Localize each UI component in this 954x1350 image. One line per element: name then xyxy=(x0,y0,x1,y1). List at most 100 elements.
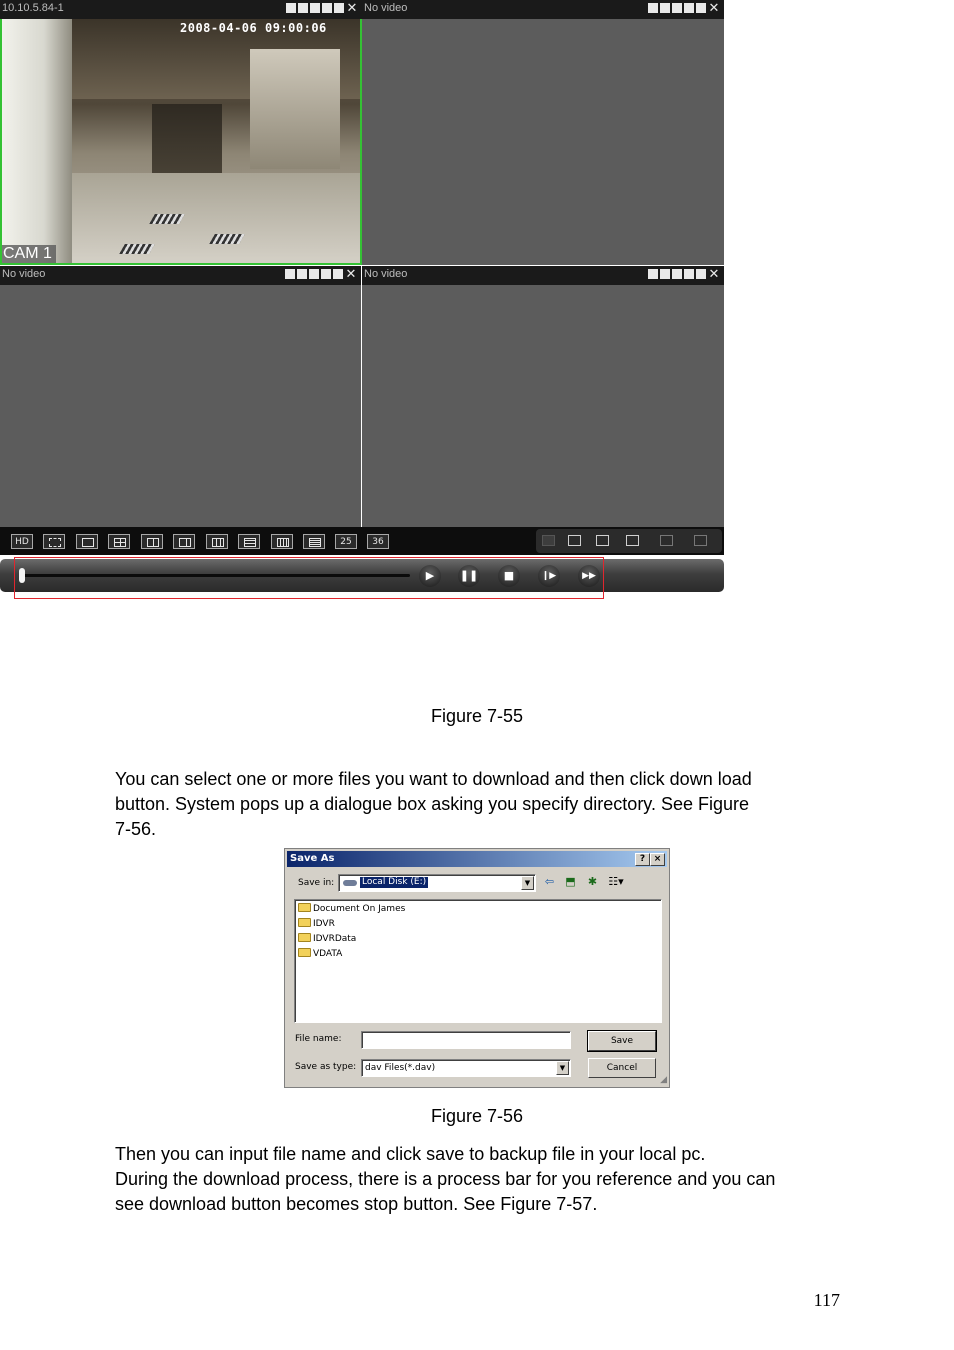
talk-icon[interactable] xyxy=(310,3,320,13)
split-36-button[interactable]: 36 xyxy=(367,534,389,549)
pane-label: 10.10.5.84-1 xyxy=(2,2,64,14)
list-item[interactable]: IDVRData xyxy=(298,932,356,946)
talk-icon[interactable] xyxy=(309,269,319,279)
split-9-button[interactable] xyxy=(206,534,228,549)
close-icon[interactable]: ✕ xyxy=(345,267,357,280)
paragraph-line: see download button becomes stop button.… xyxy=(115,1194,598,1214)
record-toggle-icon[interactable] xyxy=(542,535,555,546)
back-icon[interactable]: ⇦ xyxy=(543,876,556,888)
audio-icon[interactable] xyxy=(334,3,344,13)
dialog-title: Save As xyxy=(290,853,335,864)
talk-icon[interactable] xyxy=(672,3,682,13)
close-button[interactable]: × xyxy=(650,853,665,866)
view-menu-icon[interactable]: ☷▾ xyxy=(607,876,625,888)
split-4-button[interactable] xyxy=(108,534,130,549)
folder-icon xyxy=(298,933,311,942)
paragraph-line: 7-56. xyxy=(115,819,157,839)
layout-single-icon[interactable] xyxy=(568,535,581,546)
pane-title-bar: No video ✕ xyxy=(0,266,361,285)
snapshot-icon[interactable] xyxy=(297,269,307,279)
split-8-button[interactable] xyxy=(173,534,195,549)
help-button[interactable]: ? xyxy=(635,853,650,866)
capture-icon[interactable] xyxy=(321,269,331,279)
pane-controls: ✕ xyxy=(285,267,357,280)
pane-controls: ✕ xyxy=(648,1,720,14)
record-icon[interactable] xyxy=(286,3,296,13)
save-as-dialog: Save As ? × Save in: Local Disk (E:) ▼ ⇦… xyxy=(284,848,670,1088)
split-1-button[interactable] xyxy=(76,534,98,549)
video-player: 10.10.5.84-1 ✕ 2008-04-06 09:00:06 CAM 1 xyxy=(0,0,724,599)
body-paragraph: You can select one or more files you wan… xyxy=(115,767,845,842)
save-in-dropdown[interactable]: Local Disk (E:) ▼ xyxy=(338,874,536,892)
talk-icon[interactable] xyxy=(672,269,682,279)
snapshot-icon[interactable] xyxy=(298,3,308,13)
record-icon[interactable] xyxy=(285,269,295,279)
save-in-value: Local Disk (E:) xyxy=(360,877,429,888)
save-as-type-label: Save as type: xyxy=(295,1062,357,1072)
cancel-button[interactable]: Cancel xyxy=(588,1058,656,1078)
save-as-type-dropdown[interactable]: dav Files(*.dav) ▼ xyxy=(361,1059,571,1077)
paragraph-line: During the download process, there is a … xyxy=(115,1169,776,1189)
resize-grip-icon[interactable]: ◢ xyxy=(660,1075,667,1085)
pane-title-bar: No video ✕ xyxy=(362,0,724,19)
capture-icon[interactable] xyxy=(322,3,332,13)
figure-caption: Figure 7-56 xyxy=(430,1106,524,1126)
pane-label: No video xyxy=(364,268,408,280)
save-as-type-value: dav Files(*.dav) xyxy=(365,1063,436,1073)
hd-button[interactable]: HD xyxy=(11,534,33,549)
split-20-button[interactable] xyxy=(303,534,325,549)
save-button[interactable]: Save xyxy=(587,1030,657,1052)
video-pane-1[interactable]: 10.10.5.84-1 ✕ 2008-04-06 09:00:06 CAM 1 xyxy=(0,0,362,265)
capture-icon[interactable] xyxy=(684,3,694,13)
paragraph-line: button. System pops up a dialogue box as… xyxy=(115,794,750,814)
audio-icon[interactable] xyxy=(333,269,343,279)
save-in-label: Save in: xyxy=(298,878,335,888)
folder-icon xyxy=(298,948,311,957)
split-6-button[interactable] xyxy=(141,534,163,549)
fullscreen-button[interactable] xyxy=(43,534,65,549)
camera-feed: 2008-04-06 09:00:06 CAM 1 xyxy=(2,19,360,263)
camera-name: CAM 1 xyxy=(2,245,56,263)
list-item[interactable]: VDATA xyxy=(298,947,342,961)
video-pane-4[interactable]: No video ✕ xyxy=(362,266,724,527)
dialog-title-bar: Save As ? × xyxy=(287,851,667,867)
video-timestamp: 2008-04-06 09:00:06 xyxy=(180,21,327,35)
page-number: 117 xyxy=(813,1290,840,1310)
pane-title-bar: No video ✕ xyxy=(362,266,724,285)
capture-icon[interactable] xyxy=(684,269,694,279)
layout-sixteen-icon[interactable] xyxy=(694,535,707,546)
split-25-button[interactable]: 25 xyxy=(335,534,357,549)
layout-quad-icon[interactable] xyxy=(596,535,609,546)
layout-controls xyxy=(536,529,722,553)
snapshot-icon[interactable] xyxy=(660,3,670,13)
drive-icon xyxy=(343,880,357,886)
pane-label: No video xyxy=(2,268,46,280)
file-name-input[interactable] xyxy=(361,1031,571,1049)
audio-icon[interactable] xyxy=(696,3,706,13)
video-pane-3[interactable]: No video ✕ xyxy=(0,266,361,527)
new-folder-icon[interactable]: ✱ xyxy=(586,876,599,888)
pane-title-bar: 10.10.5.84-1 ✕ xyxy=(0,0,362,19)
chevron-down-icon: ▼ xyxy=(556,1061,569,1075)
close-icon[interactable]: ✕ xyxy=(346,1,358,14)
folder-icon xyxy=(298,918,311,927)
split-13-button[interactable] xyxy=(238,534,260,549)
figure-caption: Figure 7-55 xyxy=(430,706,524,726)
audio-icon[interactable] xyxy=(696,269,706,279)
record-icon[interactable] xyxy=(648,269,658,279)
highlight-box xyxy=(14,557,604,599)
layout-multi-icon[interactable] xyxy=(626,535,639,546)
snapshot-icon[interactable] xyxy=(660,269,670,279)
close-icon[interactable]: ✕ xyxy=(708,267,720,280)
up-folder-icon[interactable]: ⬒ xyxy=(564,876,577,888)
file-list: Document On James IDVR IDVRData VDATA xyxy=(294,899,662,1023)
close-icon[interactable]: ✕ xyxy=(708,1,720,14)
split-16-button[interactable] xyxy=(271,534,293,549)
paragraph-line: Then you can input file name and click s… xyxy=(115,1144,706,1164)
split-toolbar: HD 25 36 xyxy=(0,527,724,555)
video-pane-2[interactable]: No video ✕ xyxy=(362,0,724,265)
list-item[interactable]: IDVR xyxy=(298,917,335,931)
list-item[interactable]: Document On James xyxy=(298,902,405,916)
layout-nine-icon[interactable] xyxy=(660,535,673,546)
record-icon[interactable] xyxy=(648,3,658,13)
